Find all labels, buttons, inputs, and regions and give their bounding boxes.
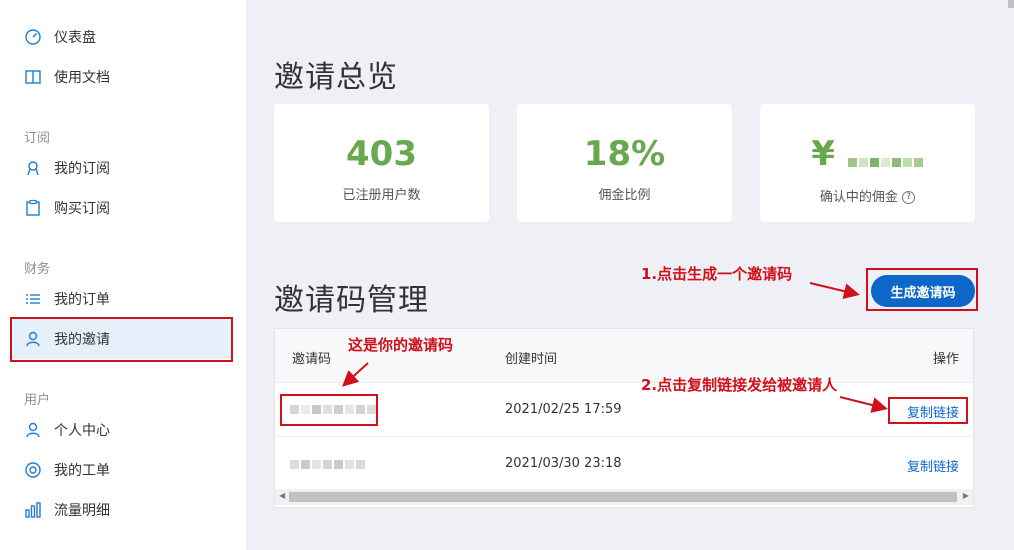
- sidebar-item-label: 流量明细: [54, 503, 110, 519]
- redacted-invite-code: [289, 458, 366, 473]
- scroll-thumb[interactable]: [289, 492, 957, 502]
- list-icon: [24, 290, 42, 308]
- table-row: 2021/03/30 23:18 复制链接: [275, 437, 973, 491]
- sidebar-item-my-orders[interactable]: 我的订单: [0, 279, 246, 319]
- sidebar-item-label: 购买订阅: [54, 201, 110, 217]
- lifebuoy-icon: [24, 461, 42, 479]
- sidebar-item-tickets[interactable]: 我的工单: [0, 450, 246, 490]
- sidebar-item-label: 使用文档: [54, 70, 110, 86]
- user-badge-icon: [24, 159, 42, 177]
- stat-card-commission-rate: 18% 佣金比例: [517, 104, 732, 222]
- clipboard-icon: [24, 199, 42, 217]
- scroll-left-icon[interactable]: ◀: [279, 491, 285, 500]
- sidebar-item-my-subscription[interactable]: 我的订阅: [0, 148, 246, 188]
- sidebar-item-label: 我的工单: [54, 463, 110, 479]
- stat-label: 佣金比例: [598, 188, 651, 203]
- highlight-box-generate: [866, 268, 978, 311]
- scroll-right-icon[interactable]: ▶: [963, 491, 969, 500]
- sidebar-item-label: 我的订单: [54, 292, 110, 308]
- stat-value-row: ¥: [760, 134, 975, 176]
- header-created: 创建时间: [505, 352, 558, 367]
- person-icon: [24, 421, 42, 439]
- sidebar-item-label: 我的订阅: [54, 161, 110, 177]
- sidebar-item-profile[interactable]: 个人中心: [0, 410, 246, 450]
- currency-symbol: ¥: [811, 134, 835, 174]
- book-icon: [24, 68, 42, 86]
- table-row: 2021/02/25 17:59 复制链接: [275, 383, 973, 437]
- codes-title: 邀请码管理: [274, 283, 429, 318]
- highlight-box-invites: [10, 317, 233, 362]
- sidebar-item-label: 个人中心: [54, 423, 110, 439]
- overview-title: 邀请总览: [274, 60, 398, 95]
- stat-card-pending-commission: ¥ 确认中的佣金 ?: [760, 104, 975, 222]
- annotation-step2: 2.点击复制链接发给被邀请人: [641, 376, 838, 394]
- dashboard-icon: [24, 28, 42, 46]
- section-label-subscribe: 订阅: [24, 131, 51, 146]
- horizontal-scrollbar[interactable]: ◀ ▶: [275, 489, 973, 505]
- annotation-step1: 1.点击生成一个邀请码: [641, 265, 793, 283]
- sidebar-item-traffic[interactable]: 流量明细: [0, 490, 246, 530]
- annotation-code-hint: 这是你的邀请码: [348, 336, 454, 354]
- stat-label: 确认中的佣金: [819, 189, 898, 205]
- sidebar-item-label: 仪表盘: [54, 30, 96, 46]
- created-time: 2021/03/30 23:18: [505, 456, 622, 471]
- stat-value: 18%: [583, 134, 666, 174]
- redacted-amount: [847, 136, 924, 176]
- section-label-finance: 财务: [24, 262, 51, 277]
- header-code: 邀请码: [292, 352, 332, 367]
- stat-value: 403: [346, 134, 417, 174]
- copy-link-button[interactable]: 复制链接: [907, 456, 959, 475]
- stat-card-registered: 403 已注册用户数: [274, 104, 489, 222]
- sidebar-item-docs[interactable]: 使用文档: [0, 57, 246, 97]
- highlight-box-code: [280, 394, 378, 426]
- bar-chart-icon: [24, 501, 42, 519]
- invite-code-table: 邀请码 创建时间 操作 2021/02/25 17:59 复制链接 2021/0…: [274, 328, 974, 508]
- stat-label-row: 确认中的佣金 ?: [760, 186, 975, 205]
- sidebar: 仪表盘 使用文档 订阅 我的订阅 购买订阅 财务 我的订单 我的邀请 用户 个人…: [0, 0, 246, 550]
- header-action: 操作: [932, 352, 959, 367]
- stat-label: 已注册用户数: [342, 188, 421, 203]
- page-scroll-thumb[interactable]: [1008, 0, 1014, 8]
- section-label-user: 用户: [24, 393, 51, 408]
- sidebar-item-dashboard[interactable]: 仪表盘: [0, 17, 246, 57]
- arrow-to-generate: [809, 282, 860, 299]
- highlight-box-copy: [888, 397, 968, 424]
- sidebar-item-buy-subscription[interactable]: 购买订阅: [0, 188, 246, 228]
- created-time: 2021/02/25 17:59: [505, 402, 622, 417]
- help-icon[interactable]: ?: [902, 190, 916, 204]
